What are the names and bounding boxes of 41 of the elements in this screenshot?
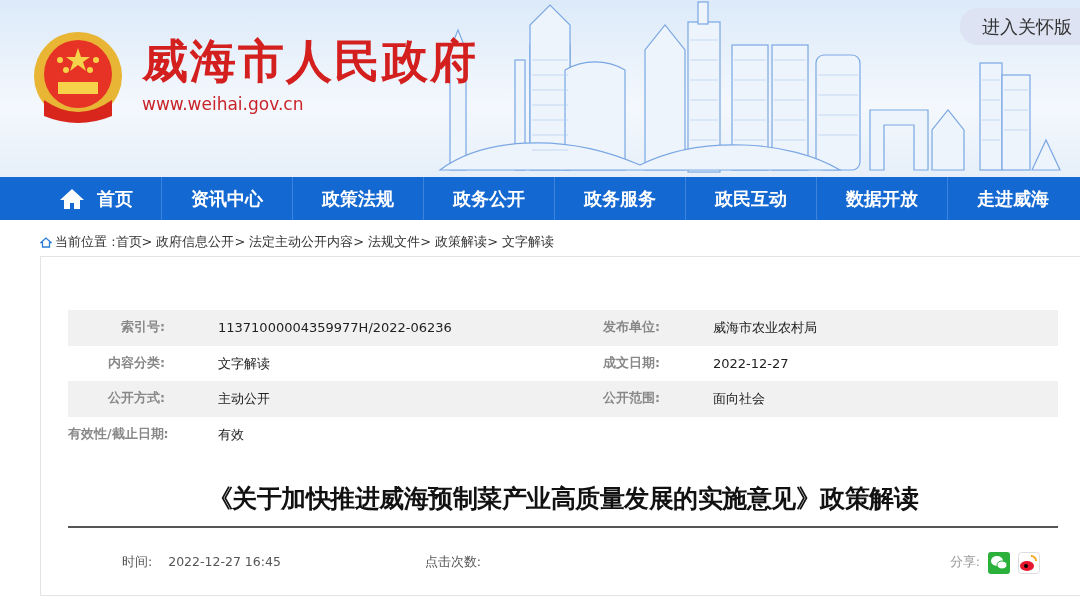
- field-label: 索引号:: [120, 318, 166, 337]
- article-title: 《关于加快推进威海预制菜产业高质量发展的实施意见》政策解读: [68, 480, 1058, 528]
- care-version-button[interactable]: 进入关怀版: [960, 8, 1080, 45]
- time-label: 时间:: [122, 553, 153, 572]
- nav-item[interactable]: 首页: [30, 177, 161, 220]
- field-label: 发布单位:: [602, 318, 661, 337]
- field-value: 11371000004359977H/2022-06236: [217, 319, 453, 337]
- field-value: 有效: [217, 425, 245, 444]
- breadcrumb-link[interactable]: 政策解读>: [435, 232, 499, 252]
- nav-item[interactable]: 政民互动: [685, 177, 816, 220]
- nav-item[interactable]: 数据开放: [816, 177, 947, 220]
- site-url: www.weihai.gov.cn: [142, 93, 305, 117]
- wechat-share-button[interactable]: [988, 551, 1010, 574]
- breadcrumb-label: 当前位置 :: [55, 233, 116, 252]
- field-value: 主动公开: [217, 390, 271, 408]
- field-label: 内容分类:: [107, 353, 166, 372]
- breadcrumb-link[interactable]: 首页>: [115, 232, 153, 252]
- field-label: 公开方式:: [107, 389, 166, 408]
- home-icon: [40, 236, 52, 248]
- breadcrumb-link[interactable]: 政府信息公开>: [156, 232, 246, 252]
- publish-time: 2022-12-27 16:45: [168, 553, 281, 572]
- field-value: 文字解读: [217, 354, 271, 373]
- field-label: 公开范围:: [602, 389, 661, 408]
- nav-item[interactable]: 走进威海: [947, 177, 1078, 220]
- field-label: 成文日期:: [602, 353, 661, 372]
- site-title: 威海市人民政府: [142, 38, 478, 85]
- field-label: 有效性/截止日期:: [68, 424, 170, 443]
- breadcrumb-link[interactable]: 法定主动公开内容>: [249, 232, 365, 252]
- breadcrumb-link[interactable]: 法规文件>: [368, 232, 432, 252]
- home-icon: [58, 187, 85, 210]
- field-value: 威海市农业农村局: [712, 319, 818, 337]
- nav-item[interactable]: 政策法规: [292, 177, 423, 220]
- nav-item[interactable]: 政务公开: [423, 177, 554, 220]
- share-label: 分享:: [949, 553, 980, 572]
- breadcrumb-link[interactable]: 文字解读: [502, 232, 555, 252]
- weibo-share-button[interactable]: [1018, 551, 1040, 574]
- field-value: 2022-12-27: [712, 354, 790, 373]
- field-value: 面向社会: [712, 390, 766, 408]
- nav-item[interactable]: 政务服务: [554, 177, 685, 220]
- nav-item[interactable]: 资讯中心: [161, 177, 292, 220]
- click-count-label: 点击次数:: [424, 553, 482, 572]
